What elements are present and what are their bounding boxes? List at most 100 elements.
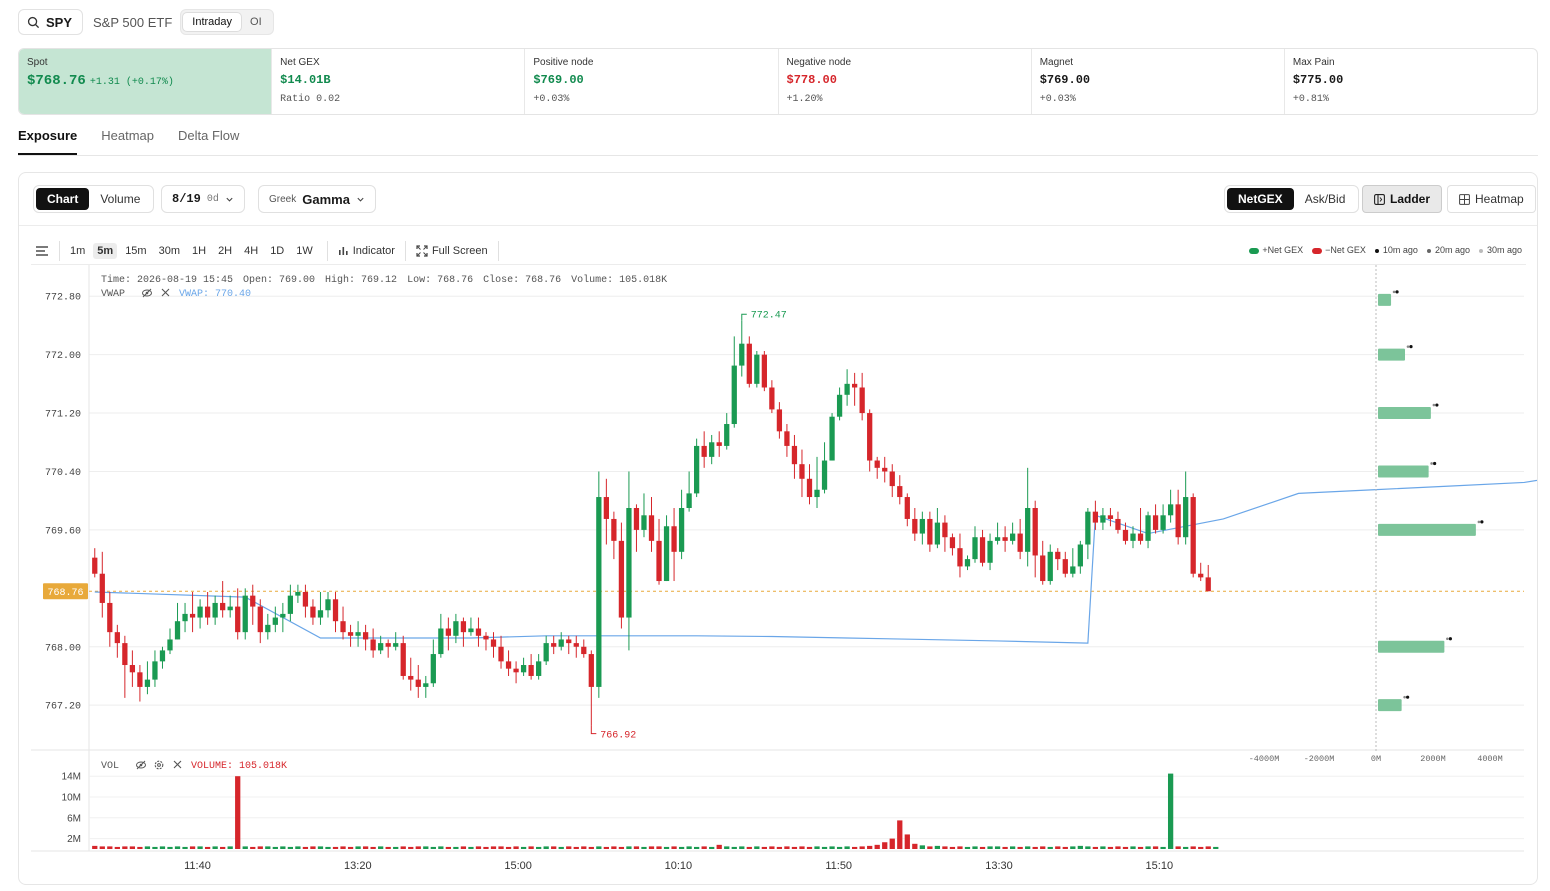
volume-bar	[979, 846, 986, 849]
volume-bar	[393, 846, 399, 849]
candle-body	[889, 471, 895, 487]
gex-x-tick: -2000M	[1304, 754, 1335, 764]
volume-bar	[1137, 846, 1144, 849]
volume-bar	[362, 846, 369, 849]
candle-body	[505, 661, 512, 669]
candle-body	[648, 515, 655, 541]
tab-delta-flow[interactable]: Delta Flow	[178, 128, 239, 155]
x-tick-label: 10:10	[665, 860, 693, 872]
candle-body	[1152, 515, 1159, 530]
volume-bar	[505, 846, 512, 849]
volume-bar	[1107, 846, 1114, 849]
eye-icon[interactable]	[142, 288, 152, 298]
price-chart[interactable]: 772.80 772.00 771.20 770.40 769.60 768.00 767.…	[19, 173, 1537, 884]
volume-bar	[242, 846, 248, 849]
candle-body	[551, 643, 557, 647]
symbol-ticker: SPY	[46, 14, 73, 30]
candle-body	[799, 464, 805, 479]
gex-bar	[1378, 293, 1392, 306]
gex-marker-20m	[1430, 462, 1433, 465]
candle-body	[129, 665, 136, 673]
candle-body	[678, 508, 685, 552]
stat-sub: +0.03%	[1039, 94, 1076, 105]
stat-label: Positive node	[533, 57, 594, 68]
volume-bar	[483, 846, 489, 849]
candle-body	[144, 679, 151, 687]
search-icon	[27, 16, 40, 28]
volume-bar	[1175, 846, 1181, 849]
volume-bar	[400, 846, 406, 849]
candle-body	[1137, 533, 1144, 541]
volume-bar	[626, 846, 632, 849]
close-icon[interactable]	[173, 760, 182, 769]
stat-negative-node: Negative node $778.00 +1.20%	[779, 49, 1032, 114]
volume-bar	[189, 846, 196, 849]
mode-intraday[interactable]: Intraday	[183, 13, 242, 31]
candle-body	[558, 639, 564, 647]
volume-bar	[99, 846, 105, 849]
symbol-search[interactable]: SPY	[18, 9, 84, 35]
volume-bar	[874, 844, 880, 849]
volume-bar	[678, 846, 685, 849]
candle-body	[949, 537, 956, 549]
candle-body	[107, 602, 113, 633]
volume-bar	[904, 834, 910, 849]
volume-bar	[1213, 846, 1219, 849]
stat-sub: +0.03%	[533, 94, 570, 105]
volume-bar	[799, 846, 805, 849]
volume-bar	[897, 820, 903, 849]
candle-body	[340, 621, 346, 633]
candle-body	[317, 610, 324, 618]
gear-icon[interactable]	[154, 760, 164, 770]
candle-body	[460, 621, 467, 633]
volume-bar	[490, 846, 497, 849]
gex-marker-20m	[1403, 695, 1406, 699]
candle-body	[1009, 533, 1016, 541]
volume-bar	[1092, 846, 1099, 849]
candle-body	[618, 540, 625, 618]
volume-bar	[821, 846, 828, 849]
tab-exposure[interactable]: Exposure	[18, 128, 78, 155]
candle-body	[250, 595, 256, 607]
volume-bar	[220, 846, 226, 849]
volume-bar	[844, 846, 850, 849]
volume-bar	[174, 846, 181, 849]
candle-body	[385, 643, 391, 647]
vol-value: VOLUME: 105.018K	[191, 761, 287, 772]
candle-body	[821, 460, 828, 490]
volume-bar	[972, 846, 978, 849]
volume-bar	[1130, 846, 1136, 849]
candle-body	[483, 635, 489, 640]
volume-bar	[1205, 846, 1211, 849]
gex-ladder	[1375, 265, 1484, 751]
candle-body	[844, 383, 850, 395]
gex-x-tick: 0M	[1371, 754, 1381, 764]
volume-bar	[806, 846, 813, 849]
candle-body	[370, 639, 376, 651]
gex-x-tick: -4000M	[1249, 754, 1280, 764]
candle-body	[325, 599, 331, 611]
volume-bar	[867, 845, 873, 849]
candle-body	[927, 518, 933, 545]
volume-bar	[694, 846, 700, 849]
tab-heatmap[interactable]: Heatmap	[101, 128, 154, 155]
candle-body	[408, 675, 414, 680]
candle-body	[445, 628, 451, 636]
volume-bar	[558, 846, 564, 849]
volume-bar	[603, 846, 609, 849]
volume-bar	[1040, 846, 1046, 849]
volume-bar	[1145, 846, 1151, 849]
volume-bar	[776, 846, 783, 849]
candle-body	[235, 606, 241, 633]
volume-bar	[536, 846, 542, 849]
volume-bar	[430, 846, 436, 849]
candle-body	[1040, 555, 1046, 582]
close-icon[interactable]	[161, 288, 170, 297]
volume-bar	[791, 846, 798, 849]
volume-bar	[754, 846, 760, 849]
volume-bar	[1198, 846, 1204, 849]
volume-bar	[663, 846, 670, 849]
mode-oi[interactable]: OI	[241, 13, 271, 31]
volume-bar	[1100, 846, 1106, 849]
eye-icon[interactable]	[136, 760, 146, 770]
